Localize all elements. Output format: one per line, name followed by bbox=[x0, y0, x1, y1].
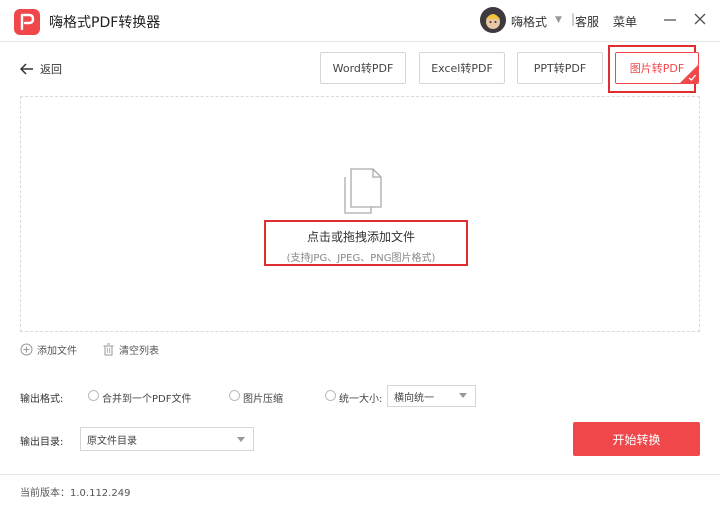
arrow-left-icon bbox=[20, 63, 33, 75]
output-dir-value: 原文件目录 bbox=[87, 435, 137, 447]
checkmark-icon bbox=[680, 65, 698, 83]
output-dir-select[interactable]: 原文件目录 bbox=[80, 427, 254, 451]
drop-zone-title[interactable]: 点击或拖拽添加文件 bbox=[21, 228, 701, 245]
version-text: 当前版本：1.0.112.249 bbox=[20, 488, 131, 499]
back-label: 返回 bbox=[40, 63, 62, 76]
output-dir-label: 输出目录: bbox=[20, 437, 64, 448]
chevron-down-icon bbox=[237, 437, 245, 442]
chevron-down-icon bbox=[459, 393, 467, 398]
minimize-icon[interactable] bbox=[662, 11, 678, 27]
support-button[interactable]: 客服 bbox=[575, 13, 599, 30]
size-select[interactable]: 横向统一 bbox=[387, 385, 476, 407]
radio-image-compress-label[interactable]: 图片压缩 bbox=[243, 390, 283, 405]
tab-ppt-to-pdf[interactable]: PPT转PDF bbox=[517, 52, 603, 84]
avatar[interactable] bbox=[480, 7, 506, 33]
menu-button[interactable]: 菜单 bbox=[613, 13, 637, 30]
tab-image-to-pdf-label: 图片转PDF bbox=[629, 62, 685, 75]
radio-uniform-size[interactable] bbox=[325, 390, 336, 401]
tab-image-to-pdf[interactable]: 图片转PDF bbox=[615, 52, 699, 84]
size-select-value: 横向统一 bbox=[394, 392, 434, 404]
tab-word-to-pdf[interactable]: Word转PDF bbox=[320, 52, 406, 84]
tab-excel-to-pdf[interactable]: Excel转PDF bbox=[419, 52, 505, 84]
add-file-button[interactable]: 添加文件 bbox=[20, 342, 77, 357]
username[interactable]: 嗨格式 bbox=[511, 13, 547, 30]
radio-merge-pdf-label[interactable]: 合并到一个PDF文件 bbox=[102, 390, 191, 405]
chevron-down-icon[interactable]: ▼ bbox=[555, 15, 562, 25]
output-format-label: 输出格式: bbox=[20, 394, 64, 405]
plus-circle-icon bbox=[20, 343, 33, 356]
trash-icon bbox=[103, 343, 114, 356]
app-title: 嗨格式PDF转换器 bbox=[49, 15, 161, 31]
clear-list-button[interactable]: 清空列表 bbox=[102, 342, 159, 357]
footer-divider bbox=[0, 474, 720, 475]
radio-image-compress[interactable] bbox=[229, 390, 240, 401]
file-icon bbox=[344, 168, 382, 214]
clear-list-label: 清空列表 bbox=[119, 346, 159, 357]
file-drop-zone[interactable]: 点击或拖拽添加文件 (支持JPG、JPEG、PNG图片格式) bbox=[20, 96, 700, 332]
drop-zone-hint: (支持JPG、JPEG、PNG图片格式) bbox=[286, 253, 436, 264]
back-button[interactable]: 返回 bbox=[20, 60, 70, 78]
add-file-label: 添加文件 bbox=[37, 346, 77, 357]
start-convert-button[interactable]: 开始转换 bbox=[573, 422, 700, 456]
title-bar: 嗨格式PDF转换器 嗨格式 ▼ | 客服 菜单 bbox=[0, 0, 720, 42]
radio-merge-pdf[interactable] bbox=[88, 390, 99, 401]
close-icon[interactable] bbox=[692, 11, 708, 27]
app-logo-icon bbox=[14, 9, 40, 35]
radio-uniform-size-label[interactable]: 统一大小: bbox=[339, 390, 382, 405]
